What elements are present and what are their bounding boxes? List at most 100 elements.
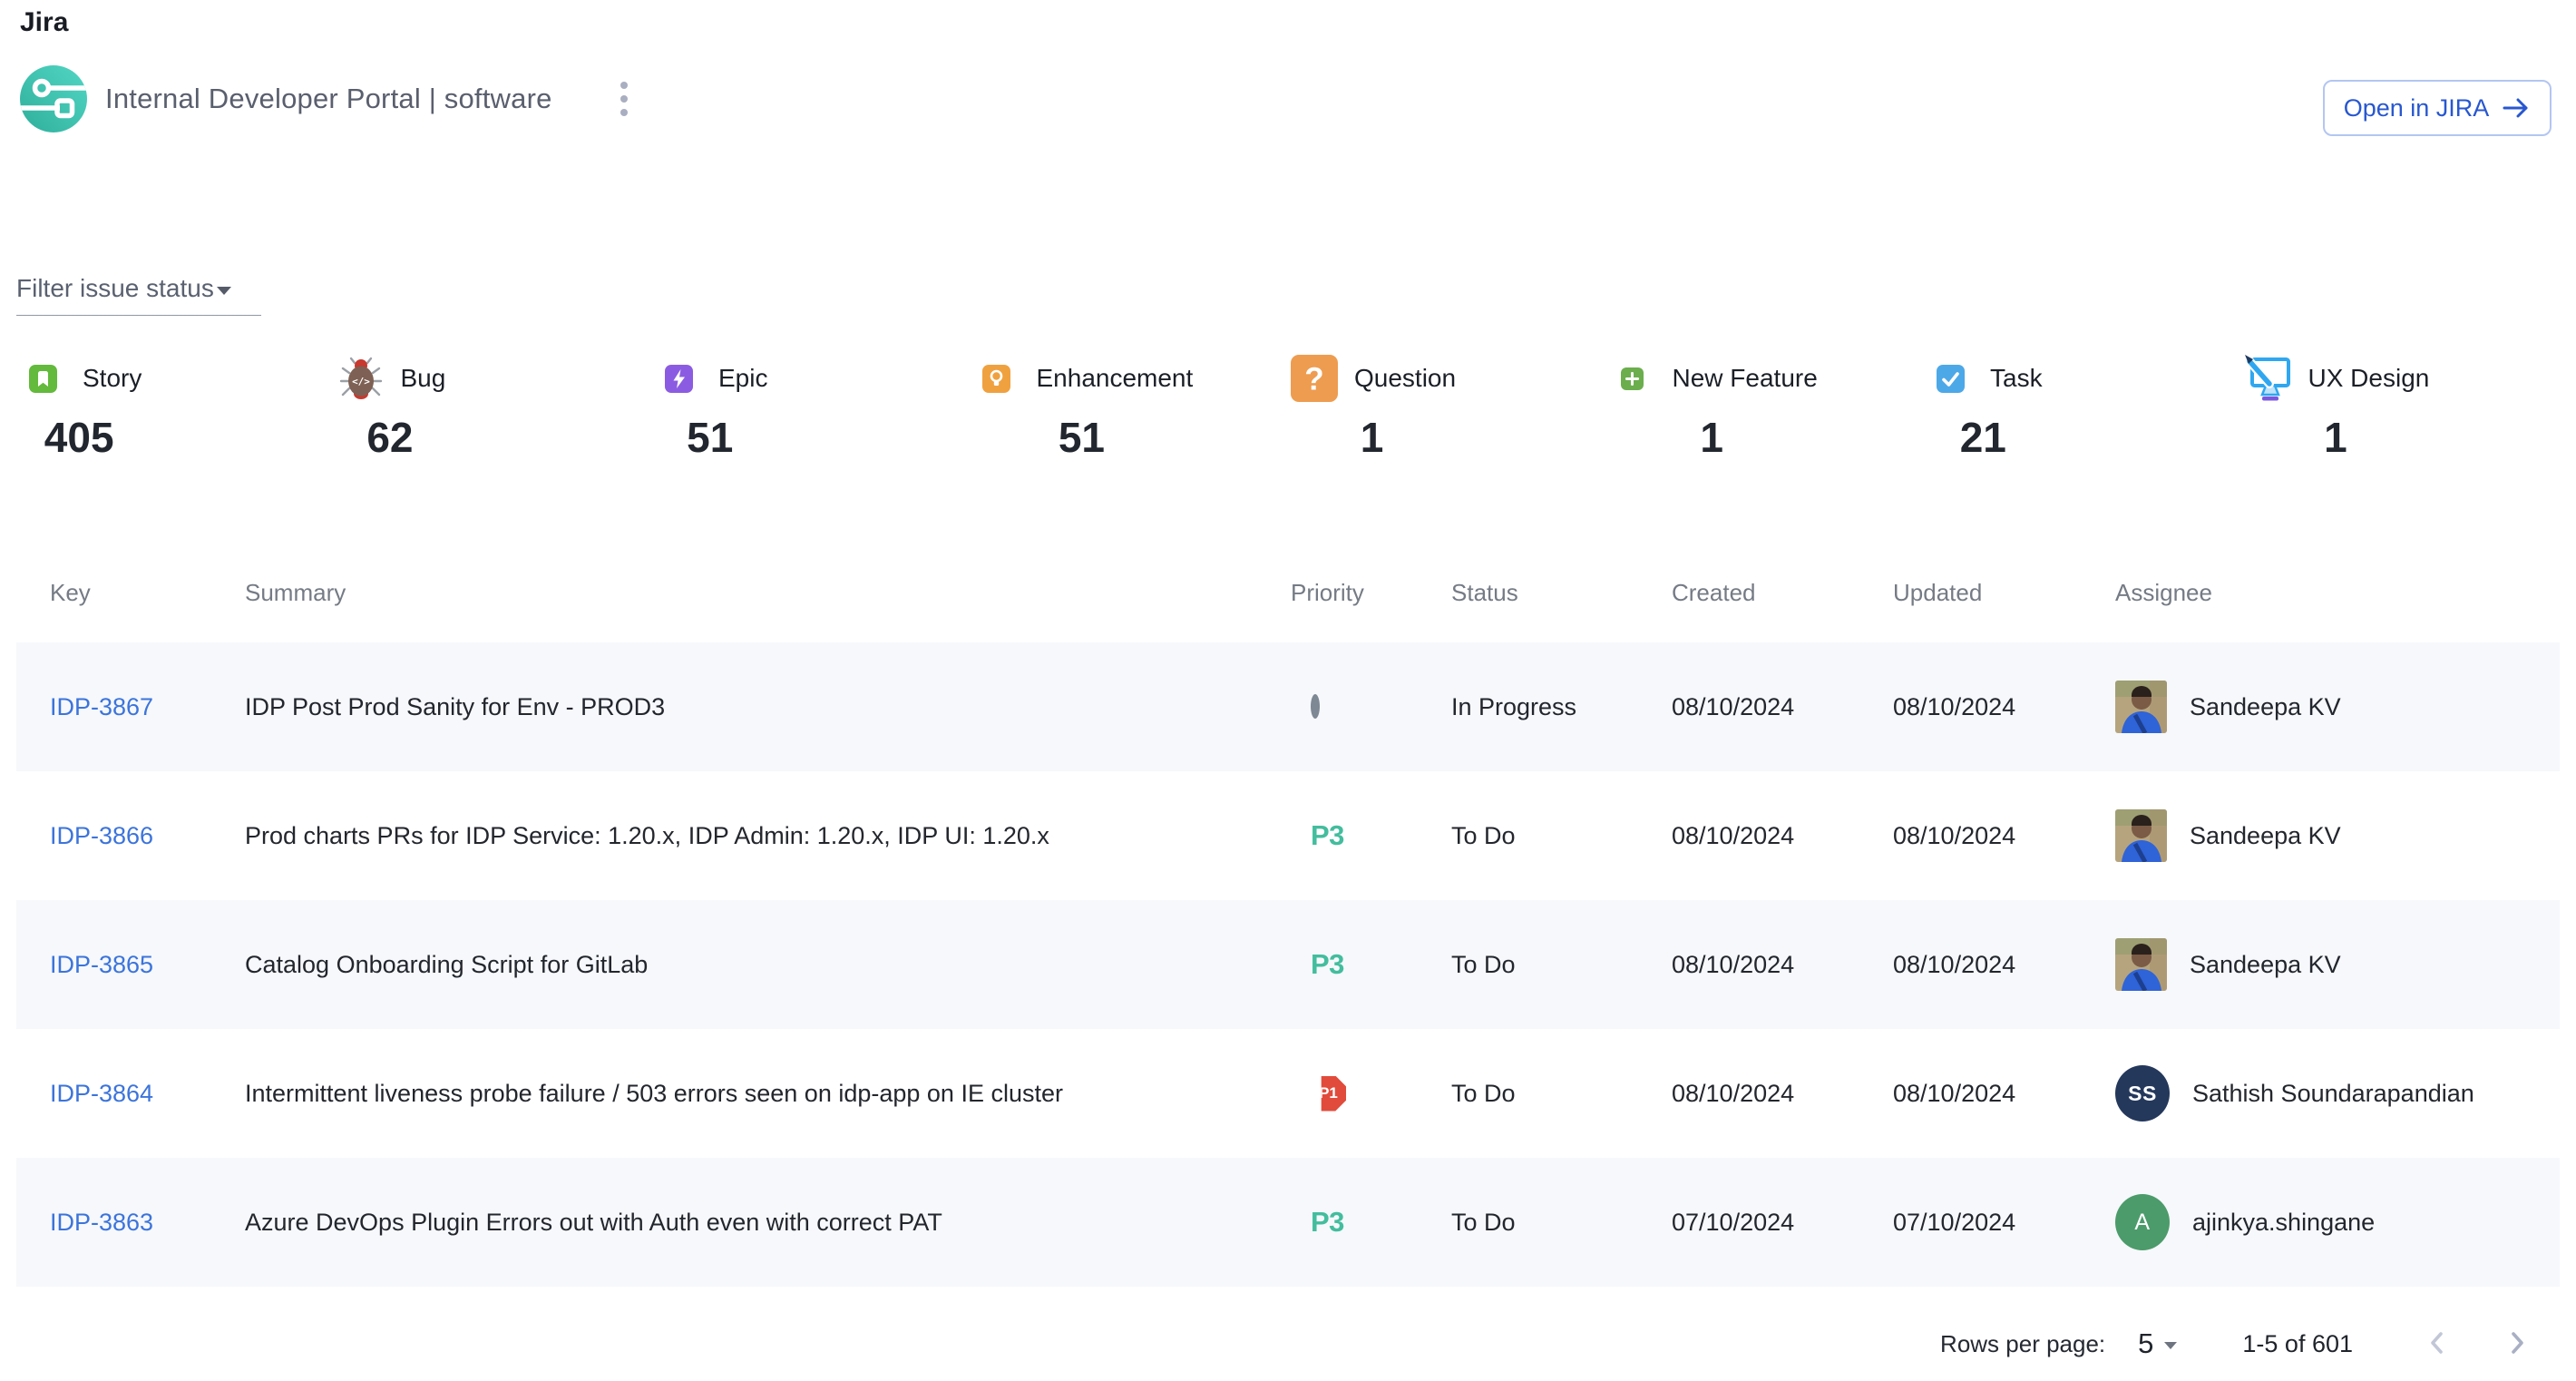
priority-p3-badge: P3 [1311, 1206, 1344, 1238]
counter-enhancement: Enhancement 51 [971, 352, 1289, 461]
table-row: IDP-3865 Catalog Onboarding Script for G… [16, 900, 2560, 1029]
table-row: IDP-3867 IDP Post Prod Sanity for Env - … [16, 642, 2560, 771]
issue-summary: IDP Post Prod Sanity for Env - PROD3 [245, 693, 665, 720]
counter-epic: Epic 51 [652, 352, 971, 461]
svg-text:</>: </> [352, 376, 370, 387]
column-header-assignee: Assignee [2115, 579, 2560, 607]
assignee-avatar-initials: A [2115, 1194, 2170, 1250]
next-page-button[interactable] [2503, 1327, 2531, 1361]
table-row: IDP-3863 Azure DevOps Plugin Errors out … [16, 1158, 2560, 1287]
counter-label: UX Design [2308, 364, 2430, 393]
rows-per-page-value: 5 [2138, 1327, 2153, 1360]
priority-p3-badge: P3 [1311, 948, 1344, 980]
issue-created-date: 08/10/2024 [1672, 951, 1794, 978]
counter-count: 1 [1606, 414, 1818, 461]
table-header-row: Key Summary Priority Status Created Upda… [16, 543, 2560, 642]
arrow-right-icon [2502, 97, 2531, 119]
issue-key-link[interactable]: IDP-3863 [50, 1209, 153, 1236]
assignee-avatar-initials: SS [2115, 1065, 2170, 1121]
counter-label: Enhancement [1037, 364, 1194, 393]
counter-count: 51 [652, 414, 767, 461]
pagination-bar: Rows per page: 5 1-5 of 601 [1940, 1312, 2531, 1376]
issue-updated-date: 08/10/2024 [1893, 951, 2015, 978]
counter-count: 21 [1924, 414, 2043, 461]
dropdown-caret-icon [217, 287, 231, 295]
filter-issue-status-select[interactable]: Filter issue status [16, 274, 261, 316]
filter-issue-status-label: Filter issue status [16, 274, 214, 303]
issue-status: To Do [1451, 1209, 1516, 1236]
issue-updated-date: 07/10/2024 [1893, 1209, 2015, 1236]
issue-summary: Catalog Onboarding Script for GitLab [245, 951, 648, 978]
counter-bug: </> Bug 62 [335, 352, 653, 461]
counter-label: Epic [718, 364, 767, 393]
previous-page-button[interactable] [2424, 1327, 2451, 1361]
enhancement-icon [971, 365, 1023, 393]
jira-project-avatar-icon [20, 65, 87, 132]
assignee-avatar [2115, 809, 2167, 862]
issue-key-link[interactable]: IDP-3867 [50, 693, 153, 720]
issue-updated-date: 08/10/2024 [1893, 1080, 2015, 1107]
assignee-name: Sandeepa KV [2190, 951, 2341, 979]
issue-status: To Do [1451, 1080, 1516, 1107]
assignee-name: Sandeepa KV [2190, 693, 2341, 721]
issue-created-date: 07/10/2024 [1672, 1209, 1794, 1236]
counter-label: Task [1990, 364, 2043, 393]
issue-status: To Do [1451, 822, 1516, 849]
counter-story: Story 405 [16, 352, 335, 461]
open-in-jira-button[interactable]: Open in JIRA [2323, 80, 2552, 136]
column-header-updated: Updated [1893, 579, 2115, 607]
counter-task: Task 21 [1924, 352, 2242, 461]
story-icon [16, 365, 69, 393]
priority-p3-badge: P3 [1311, 819, 1344, 851]
table-row: IDP-3866 Prod charts PRs for IDP Service… [16, 771, 2560, 900]
issue-status: In Progress [1451, 693, 1576, 720]
issue-status: To Do [1451, 951, 1516, 978]
counter-count: 1 [2242, 414, 2430, 461]
rows-per-page-select[interactable]: 5 [2138, 1327, 2177, 1360]
column-header-status: Status [1451, 579, 1672, 607]
counter-count: 1 [1288, 414, 1456, 461]
task-icon [1924, 365, 1976, 393]
issue-created-date: 08/10/2024 [1672, 822, 1794, 849]
issues-table: Key Summary Priority Status Created Upda… [16, 543, 2560, 1287]
assignee-name: Sathish Soundarapandian [2192, 1080, 2474, 1108]
counter-count: 51 [971, 414, 1194, 461]
epic-icon [652, 365, 705, 393]
entity-header: Internal Developer Portal | software [20, 65, 646, 132]
column-header-key: Key [16, 579, 245, 607]
assignee-name: ajinkya.shingane [2192, 1209, 2375, 1237]
vertical-ellipsis-icon [620, 82, 628, 89]
issue-summary: Intermittent liveness probe failure / 50… [245, 1080, 1063, 1107]
assignee-avatar [2115, 938, 2167, 991]
counter-label: Bug [401, 364, 446, 393]
issue-summary: Azure DevOps Plugin Errors out with Auth… [245, 1209, 942, 1236]
issue-key-link[interactable]: IDP-3865 [50, 951, 153, 978]
issue-summary: Prod charts PRs for IDP Service: 1.20.x,… [245, 822, 1049, 849]
issue-key-link[interactable]: IDP-3864 [50, 1080, 153, 1107]
svg-text:?: ? [1304, 362, 1323, 397]
open-in-jira-label: Open in JIRA [2344, 94, 2490, 122]
new-feature-icon [1606, 367, 1659, 390]
more-menu-button[interactable] [602, 71, 646, 127]
counter-ux-design: UX Design 1 [2242, 352, 2561, 461]
chevron-left-icon [2424, 1327, 2451, 1361]
pagination-range: 1-5 of 601 [2242, 1330, 2353, 1358]
issue-type-counters: Story 405 [16, 352, 2560, 461]
column-header-created: Created [1672, 579, 1893, 607]
counter-label: New Feature [1673, 364, 1818, 393]
chevron-right-icon [2503, 1327, 2531, 1361]
page-title: Jira [20, 7, 68, 38]
dropdown-caret-icon [2164, 1342, 2177, 1349]
issue-updated-date: 08/10/2024 [1893, 693, 2015, 720]
counter-count: 62 [335, 414, 446, 461]
assignee-name: Sandeepa KV [2190, 822, 2341, 850]
bug-icon: </> [335, 357, 387, 400]
counter-new-feature: New Feature 1 [1606, 352, 1925, 461]
counter-count: 405 [16, 414, 141, 461]
priority-circle-outline-icon [1311, 694, 1320, 719]
issue-updated-date: 08/10/2024 [1893, 822, 2015, 849]
question-icon: ? [1288, 355, 1341, 402]
priority-p1-badge: P1 [1311, 1076, 1346, 1112]
issue-key-link[interactable]: IDP-3866 [50, 822, 153, 849]
entity-name: Internal Developer Portal | software [105, 83, 552, 115]
